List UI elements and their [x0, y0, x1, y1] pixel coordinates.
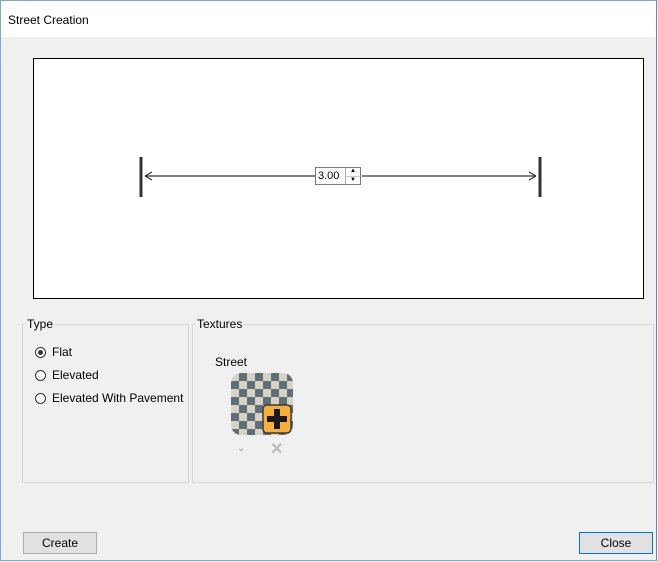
street-texture-label: Street — [215, 355, 248, 369]
radio-elevated-pavement-circle[interactable] — [35, 392, 46, 404]
radio-elevated-pavement[interactable]: Elevated With Pavement — [35, 390, 183, 406]
radio-flat-circle[interactable] — [35, 346, 46, 358]
close-icon[interactable]: ✕ — [270, 439, 283, 459]
textures-group: Textures Street ⌄ ✕ — [192, 317, 654, 483]
radio-elevated-label[interactable]: Elevated — [52, 368, 99, 382]
street-creation-dialog: Street Creation 3.00 ▲ ▼ Type Flat Eleva… — [0, 0, 657, 561]
radio-elevated[interactable]: Elevated — [35, 367, 99, 383]
spinner-down-icon[interactable]: ▼ — [346, 177, 360, 185]
radio-flat-label[interactable]: Flat — [52, 345, 72, 359]
textures-group-label: Textures — [195, 317, 245, 331]
checker-texture-add-icon[interactable] — [231, 373, 293, 435]
radio-elevated-circle[interactable] — [35, 369, 46, 381]
title-bar: Street Creation — [1, 1, 656, 37]
chevron-down-icon[interactable]: ⌄ — [237, 443, 245, 454]
radio-elevated-pavement-label[interactable]: Elevated With Pavement — [52, 391, 183, 405]
type-group: Type Flat Elevated Elevated With Pavemen… — [22, 317, 189, 483]
close-button[interactable]: Close — [579, 532, 653, 554]
spinner-arrows[interactable]: ▲ ▼ — [345, 168, 360, 184]
create-button[interactable]: Create — [23, 532, 97, 554]
type-group-label: Type — [25, 317, 56, 331]
width-value[interactable]: 3.00 — [316, 168, 345, 184]
street-preview-canvas: 3.00 ▲ ▼ — [33, 58, 644, 299]
spinner-up-icon[interactable]: ▲ — [346, 168, 360, 177]
width-spinner[interactable]: 3.00 ▲ ▼ — [315, 167, 361, 185]
radio-flat[interactable]: Flat — [35, 344, 72, 360]
window-title: Street Creation — [8, 13, 89, 27]
